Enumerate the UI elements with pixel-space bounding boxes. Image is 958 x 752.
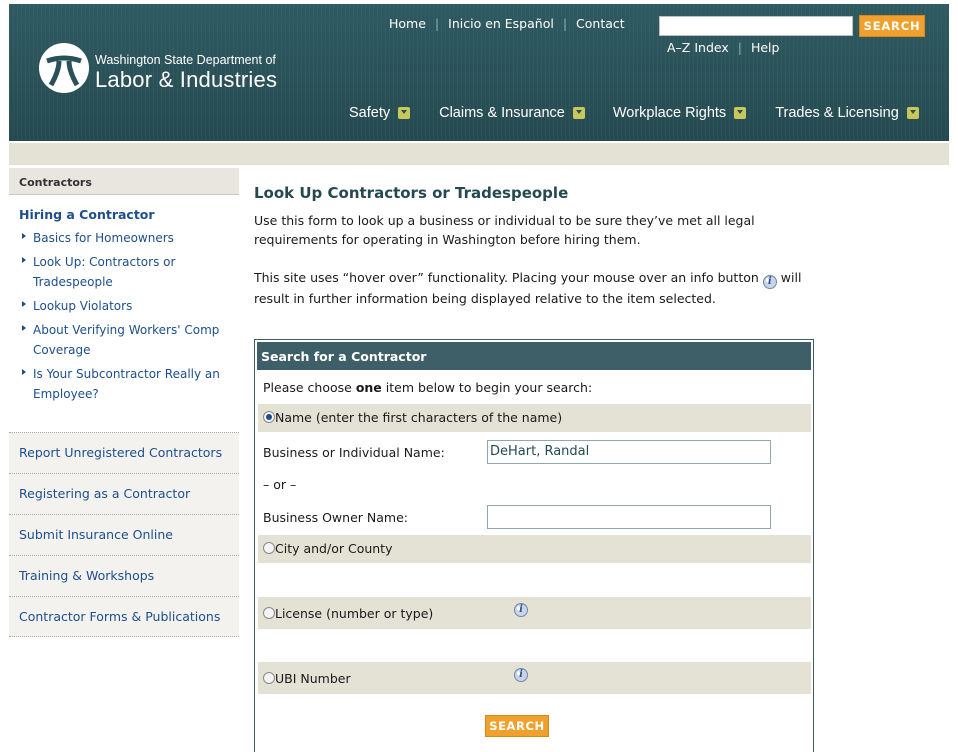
form-instruction: Please choose one item below to begin yo… xyxy=(258,380,811,398)
main-content: Look Up Contractors or Tradespeople Use … xyxy=(254,184,814,308)
sidebar-item-training[interactable]: Training & Workshops xyxy=(9,555,239,596)
top-links: Home | Inicio en Español | Contact xyxy=(389,16,625,31)
chevron-down-icon xyxy=(906,107,919,119)
option-license-label: License (number or type) xyxy=(275,606,434,621)
link-separator: | xyxy=(434,16,440,31)
option-name-row[interactable]: Name (enter the first characters of the … xyxy=(258,404,811,432)
option-license-row[interactable]: License (number or type) i xyxy=(258,597,811,629)
nav-label: Safety xyxy=(349,105,391,121)
chevron-down-icon xyxy=(398,107,411,119)
nav-safety[interactable]: Safety xyxy=(349,105,411,121)
sidebar-item-submit-insurance[interactable]: Submit Insurance Online xyxy=(9,514,239,555)
sidebar-subitem-label: About Verifying Workers' Comp Coverage xyxy=(33,323,220,357)
agency-logo[interactable]: Washington State Department of Labor & I… xyxy=(37,41,287,101)
utility-links: A–Z Index | Help xyxy=(667,40,779,55)
owner-name-label: Business Owner Name: xyxy=(263,510,408,525)
nav-trades-licensing[interactable]: Trades & Licensing xyxy=(775,105,919,121)
owner-name-input[interactable] xyxy=(487,505,771,529)
agency-name-line2: Labor & Industries xyxy=(95,67,278,92)
hover-text-start: This site uses “hover over” functionalit… xyxy=(254,270,759,285)
sidebar-subsection: Hiring a Contractor Basics for Homeowner… xyxy=(9,195,239,432)
owner-name-row: Business Owner Name: xyxy=(258,505,811,529)
license-info-icon[interactable]: i xyxy=(514,603,528,617)
bullet-arrow-icon xyxy=(22,257,26,263)
az-index-link[interactable]: A–Z Index xyxy=(667,40,729,55)
sidebar-subitem[interactable]: Lookup Violators xyxy=(20,296,239,316)
help-link[interactable]: Help xyxy=(751,40,780,55)
nav-label: Trades & Licensing xyxy=(775,105,899,121)
main-navigation: Safety Claims & Insurance Workplace Righ… xyxy=(349,105,919,121)
site-search-input[interactable] xyxy=(659,16,853,36)
instruction-emphasis: one xyxy=(355,380,382,395)
page-title: Look Up Contractors or Tradespeople xyxy=(254,184,569,202)
nav-workplace-rights[interactable]: Workplace Rights xyxy=(612,105,747,121)
option-city-row[interactable]: City and/or County xyxy=(258,535,811,563)
bullet-arrow-icon xyxy=(22,369,26,375)
sidebar-subitem[interactable]: Basics for Homeowners xyxy=(20,228,239,248)
sidebar-item-registering[interactable]: Registering as a Contractor xyxy=(9,473,239,514)
option-name-label: Name (enter the first characters of the … xyxy=(275,410,563,425)
lni-logo-icon xyxy=(39,43,89,93)
bullet-arrow-icon xyxy=(22,233,26,239)
instruction-text: Please choose xyxy=(263,380,356,395)
sidebar-subitem[interactable]: Is Your Subcontractor Really an Employee… xyxy=(20,364,239,404)
sidebar-section-title: Contractors xyxy=(9,168,239,195)
nav-label: Claims & Insurance xyxy=(439,105,565,121)
info-icon: i xyxy=(762,275,777,289)
or-separator: – or – xyxy=(263,477,297,492)
city-radio[interactable] xyxy=(263,542,275,554)
ubi-info-icon[interactable]: i xyxy=(514,668,528,682)
bullet-arrow-icon xyxy=(22,301,26,307)
agency-name-line1: Washington State Department of xyxy=(95,53,276,67)
name-radio[interactable] xyxy=(263,411,275,423)
breadcrumb-bar xyxy=(9,143,949,165)
license-radio[interactable] xyxy=(263,607,275,619)
nav-claims-insurance[interactable]: Claims & Insurance xyxy=(439,105,585,121)
chevron-down-icon xyxy=(734,107,747,119)
instruction-text: item below to begin your search: xyxy=(381,380,593,395)
option-ubi-row[interactable]: UBI Number i xyxy=(258,662,811,694)
site-header: Washington State Department of Labor & I… xyxy=(9,4,949,141)
contractor-search-form: Search for a Contractor Please choose on… xyxy=(254,339,814,752)
form-header: Search for a Contractor xyxy=(257,342,811,370)
sidebar-subitem-label: Look Up: Contractors or Tradespeople xyxy=(33,255,176,289)
sidebar-subitem[interactable]: About Verifying Workers' Comp Coverage xyxy=(20,320,239,360)
sidebar-item-forms[interactable]: Contractor Forms & Publications xyxy=(9,596,239,637)
link-separator: | xyxy=(562,16,568,31)
ubi-radio[interactable] xyxy=(263,672,275,684)
sidebar-subitem-label: Lookup Violators xyxy=(33,299,133,313)
intro-paragraph: Use this form to look up a business or i… xyxy=(254,213,755,247)
business-name-row: Business or Individual Name: DeHart, Ran… xyxy=(258,440,811,464)
hover-help-paragraph: This site uses “hover over” functionalit… xyxy=(254,268,809,308)
contact-link[interactable]: Contact xyxy=(576,16,625,31)
sidebar-item-hiring-contractor[interactable]: Hiring a Contractor xyxy=(9,195,239,228)
sidebar-subitem[interactable]: Look Up: Contractors or Tradespeople xyxy=(20,252,239,292)
business-name-label: Business or Individual Name: xyxy=(263,445,445,460)
chevron-down-icon xyxy=(572,107,585,119)
search-submit-button[interactable]: SEARCH xyxy=(485,715,549,737)
sidebar-sublist: Basics for Homeowners Look Up: Contracto… xyxy=(9,228,239,404)
sidebar: Contractors Hiring a Contractor Basics f… xyxy=(9,168,239,637)
sidebar-subitem-label: Basics for Homeowners xyxy=(33,231,174,245)
sidebar-item-report-unregistered[interactable]: Report Unregistered Contractors xyxy=(9,432,239,473)
home-link[interactable]: Home xyxy=(389,16,426,31)
option-ubi-label: UBI Number xyxy=(275,671,351,686)
sidebar-subitem-label: Is Your Subcontractor Really an Employee… xyxy=(33,367,220,401)
bullet-arrow-icon xyxy=(22,325,26,331)
link-separator: | xyxy=(737,40,742,55)
option-city-label: City and/or County xyxy=(275,541,393,556)
business-name-input[interactable]: DeHart, Randal xyxy=(487,440,771,464)
site-search-button[interactable]: SEARCH xyxy=(859,15,925,37)
spanish-link[interactable]: Inicio en Español xyxy=(448,16,554,31)
nav-label: Workplace Rights xyxy=(612,105,727,121)
